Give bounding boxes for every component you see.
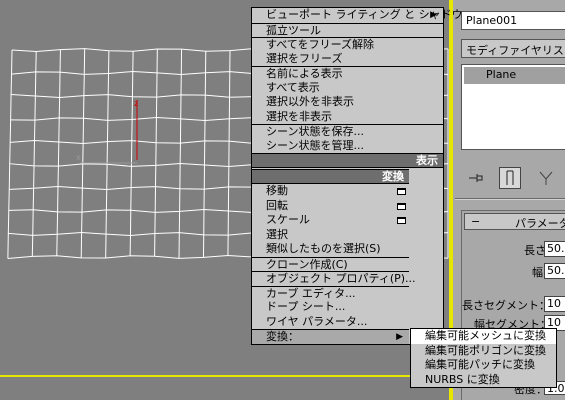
menu-item-freeze-selection[interactable]: 選択をフリーズ — [252, 52, 443, 67]
menu-item-select[interactable]: 選択 — [252, 228, 409, 243]
x-axis-label: x — [76, 153, 81, 162]
menu-item-convert-editable-poly[interactable]: 編集可能ポリゴンに変換 — [411, 344, 556, 359]
length-segs-spinner[interactable]: 10 — [544, 296, 565, 312]
grid-column-line — [31, 51, 37, 257]
menu-item-convert-editable-patch[interactable]: 編集可能パッチに変換 — [411, 358, 556, 373]
grid-column-line — [56, 49, 61, 256]
length-segs-label: 長さセグメント： — [462, 299, 550, 312]
grid-column-line — [154, 48, 158, 257]
rollout-header[interactable]: − パラメータ — [464, 213, 565, 230]
menu-item-dope-sheet[interactable]: ドープ シート... — [252, 300, 409, 315]
menu-item-convert-to[interactable]: 変換： ▶ — [252, 329, 409, 344]
menu-item-rotate[interactable]: 回転 — [252, 199, 409, 214]
submenu-arrow-icon: ▶ — [430, 10, 437, 20]
convert-to-submenu: 編集可能メッシュに変換 編集可能ポリゴンに変換 編集可能パッチに変換 NURBS… — [410, 328, 557, 388]
quad-title-display: 表示 — [252, 153, 443, 168]
grid-column-line — [129, 51, 134, 256]
width-spinner[interactable]: 50.0 — [544, 263, 565, 279]
menu-item-convert-nurbs[interactable]: NURBS に変換 — [411, 373, 556, 388]
menu-item-select-similar[interactable]: 類似したものを選択(S) — [252, 242, 409, 257]
grid-column-line — [7, 49, 13, 259]
grid-column-line — [227, 50, 231, 256]
menu-item-manage-scene-states[interactable]: シーン状態を管理... — [252, 139, 443, 154]
settings-box-icon[interactable] — [397, 217, 406, 224]
menu-item-unhide-by-name[interactable]: 名前による表示 — [252, 66, 443, 81]
submenu-arrow-icon: ▶ — [396, 332, 403, 342]
menu-item-unfreeze-all[interactable]: すべてをフリーズ解除 — [252, 37, 443, 52]
panel-divider — [455, 198, 565, 200]
menu-item-wire-parameters[interactable]: ワイヤ パラメータ... — [252, 315, 409, 330]
menu-item-move[interactable]: 移動 — [252, 184, 409, 199]
viewport-bottom-strip — [0, 375, 449, 400]
menu-item-clone[interactable]: クローン作成(C) — [252, 256, 409, 272]
menu-item-isolate[interactable]: 孤立ツール — [252, 22, 443, 38]
rollout-collapse-toggle[interactable]: − — [471, 215, 480, 228]
grid-column-line — [178, 49, 183, 259]
modifier-stack[interactable]: Plane — [461, 64, 565, 150]
length-spinner[interactable]: 50.0 — [544, 241, 565, 257]
grid-column-line — [105, 50, 110, 259]
menu-item-unhide-all[interactable]: すべて表示 — [252, 81, 443, 96]
pin-stack-icon[interactable] — [465, 167, 487, 189]
menu-item-save-scene-state[interactable]: シーン状態を保存... — [252, 124, 443, 139]
z-axis-label: z — [134, 99, 138, 108]
stack-item-plane[interactable]: Plane — [464, 67, 565, 84]
menu-item-curve-editor[interactable]: カーブ エディタ... — [252, 285, 409, 301]
menu-item-object-properties[interactable]: オブジェクト プロパティ(P)... — [252, 271, 416, 286]
settings-box-icon[interactable] — [397, 188, 406, 195]
menu-item-convert-editable-mesh[interactable]: 編集可能メッシュに変換 — [411, 329, 556, 344]
menu-item-scale[interactable]: スケール — [252, 213, 409, 228]
show-end-result-icon[interactable] — [499, 167, 521, 189]
menu-item-viewport-lighting[interactable]: ビューポート ライティング と シャドウ ▶ — [252, 8, 463, 23]
grid-column-line — [202, 51, 207, 258]
settings-box-icon[interactable] — [397, 202, 406, 210]
transform-quadrant: 移動 回転 スケール 選択 類似したものを選択(S) クローン作成(C) オブジ… — [252, 184, 416, 344]
rollout-title: パラメータ — [515, 217, 565, 230]
grid-column-line — [80, 48, 86, 258]
menu-item-hide-selection[interactable]: 選択を非表示 — [252, 110, 443, 125]
object-name-field[interactable]: Plane001 — [461, 11, 565, 30]
menu-item-hide-unselected[interactable]: 選択以外を非表示 — [252, 95, 443, 110]
quad-title-transform: 変換 — [252, 169, 409, 184]
quad-menu: ビューポート ライティング と シャドウ ▶ 孤立ツール すべてをフリーズ解除 選… — [251, 7, 463, 345]
modifier-list-dropdown[interactable]: モディファイヤリスト — [461, 39, 565, 58]
make-unique-icon[interactable] — [535, 167, 557, 189]
